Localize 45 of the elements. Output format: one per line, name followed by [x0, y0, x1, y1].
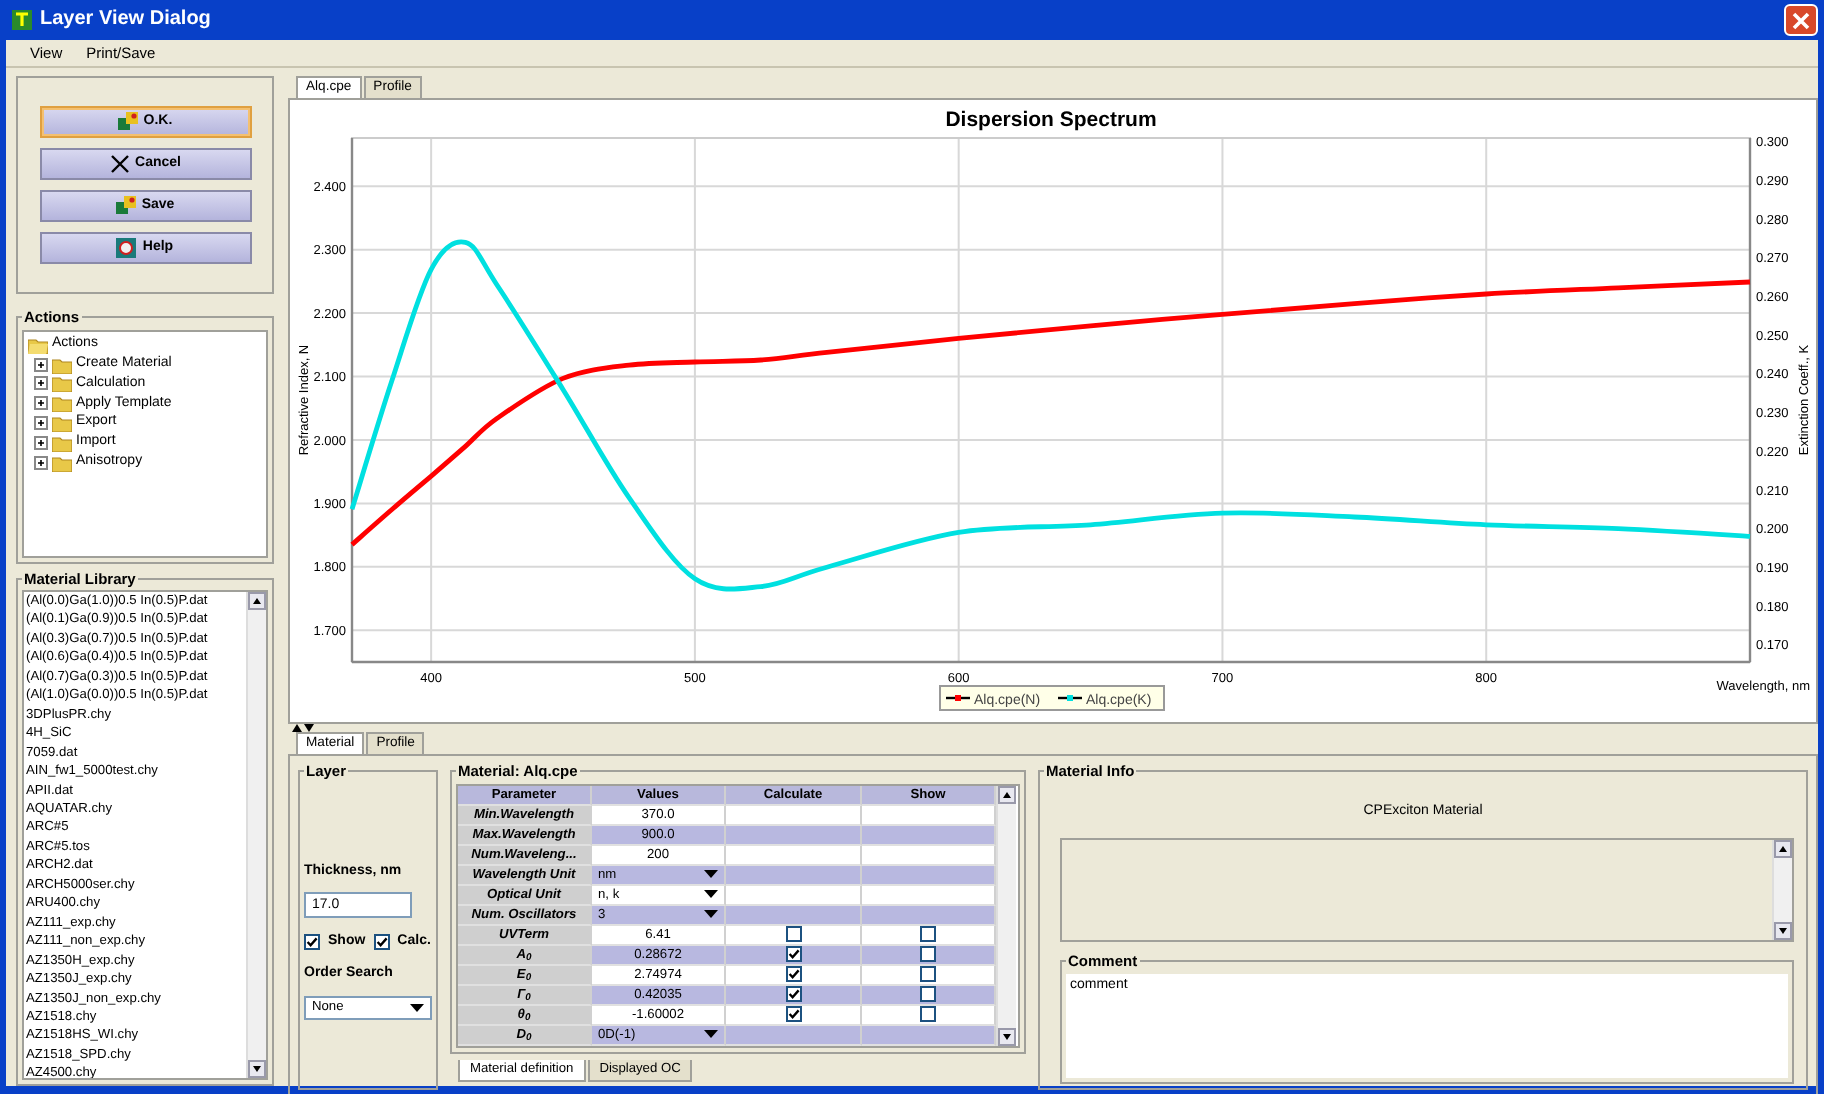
app-icon — [12, 10, 32, 30]
expand-icon[interactable] — [34, 396, 48, 411]
expand-icon[interactable] — [34, 416, 48, 431]
expand-icon[interactable] — [34, 435, 48, 450]
chart-title: Dispersion Spectrum — [945, 108, 1157, 132]
checkbox[interactable] — [304, 934, 320, 951]
caret-icon — [410, 1003, 424, 1012]
folder-icon — [28, 335, 48, 354]
checkbox[interactable] — [785, 925, 801, 942]
caret-icon — [704, 1030, 718, 1039]
scroll-up-icon[interactable] — [248, 592, 266, 610]
table-cell — [862, 825, 996, 846]
checkbox[interactable] — [785, 945, 801, 962]
checkbox[interactable] — [785, 965, 801, 982]
table-cell — [726, 865, 862, 886]
expand-icon[interactable] — [34, 357, 48, 372]
table-cell — [862, 865, 996, 886]
scroll-down-icon[interactable] — [1774, 922, 1792, 941]
checkbox[interactable] — [920, 985, 936, 1002]
expand-icon[interactable] — [34, 376, 48, 391]
checkbox[interactable] — [920, 925, 936, 942]
checkbox[interactable] — [920, 965, 936, 982]
scrollbar[interactable] — [246, 592, 266, 1078]
expand-icon[interactable] — [34, 455, 48, 470]
table-cell — [726, 825, 862, 846]
cancel-icon — [109, 154, 130, 174]
checkbox[interactable] — [785, 985, 801, 1002]
checkbox[interactable] — [920, 945, 936, 962]
ok-icon — [117, 112, 138, 132]
scroll-down-icon[interactable] — [248, 1060, 266, 1078]
close-icon — [1792, 11, 1810, 29]
scroll-up-icon[interactable] — [1774, 840, 1792, 859]
close-button[interactable] — [1784, 4, 1818, 36]
checkbox[interactable] — [785, 1005, 801, 1022]
save-icon — [115, 196, 136, 216]
window-title: Layer View Dialog — [40, 8, 211, 32]
scroll-down-icon[interactable] — [998, 1027, 1016, 1046]
checkbox[interactable] — [920, 1005, 936, 1022]
scrollbar[interactable] — [1772, 840, 1792, 941]
help-icon — [116, 238, 137, 258]
checkbox[interactable] — [373, 934, 390, 951]
scroll-up-icon[interactable] — [998, 785, 1016, 804]
scrollbar[interactable] — [996, 785, 1016, 1046]
legend-swatch — [946, 695, 970, 701]
legend-swatch — [1058, 695, 1082, 701]
